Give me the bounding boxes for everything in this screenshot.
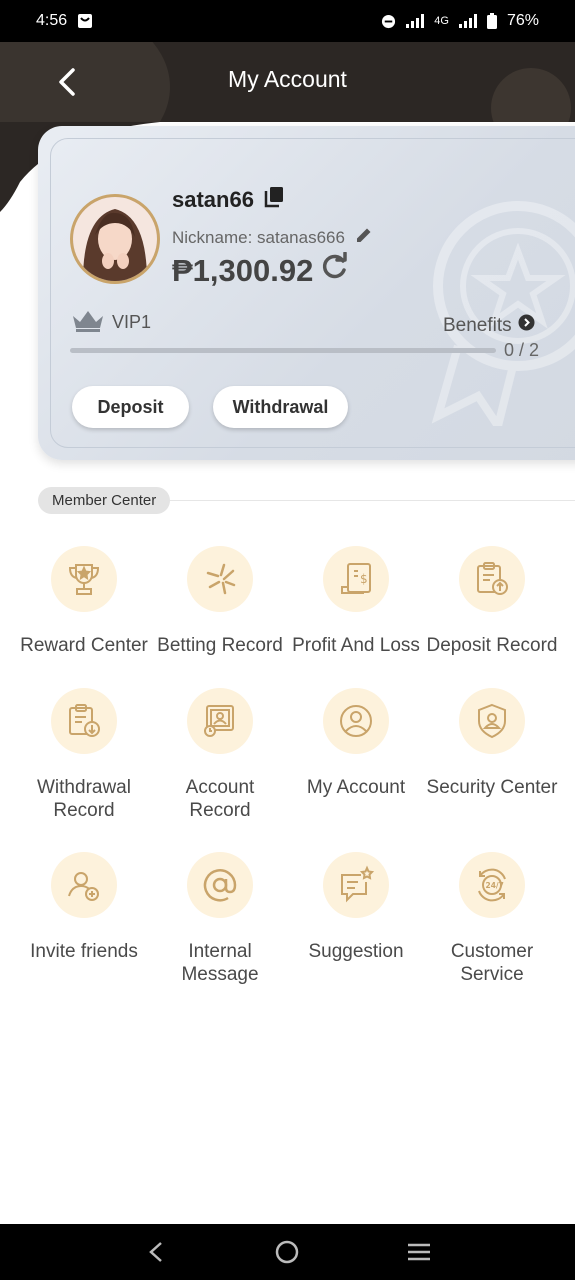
deposit-record-item[interactable]: Deposit Record	[422, 546, 562, 657]
account-record-icon	[204, 705, 234, 737]
icon-circle	[51, 852, 117, 918]
clipboard-download-icon	[69, 704, 100, 737]
benefits-label: Benefits	[443, 314, 512, 336]
username-row: satan66	[172, 186, 284, 213]
internal-message-item[interactable]: Internal Message	[150, 852, 290, 986]
my-account-label: My Account	[306, 777, 406, 798]
icon-circle	[51, 546, 117, 612]
stars-icon	[206, 563, 236, 595]
system-navigation-bar	[0, 1224, 575, 1280]
benefits-link[interactable]: Benefits	[443, 314, 535, 337]
reward-center-item[interactable]: Reward Center	[14, 546, 154, 657]
signal-icon	[406, 14, 425, 28]
deposit-button[interactable]: Deposit	[72, 386, 189, 428]
customer-service-label: Customer Service	[450, 941, 534, 985]
edit-icon[interactable]	[355, 226, 373, 249]
vip-progress-text: 0 / 2	[504, 340, 540, 360]
balance-row: ₱1,300.92	[172, 251, 349, 290]
status-bar: 4:56 4G 76%	[0, 0, 575, 42]
balance-amount: ₱1,300.92	[172, 253, 314, 288]
vip-row: VIP1	[70, 308, 151, 337]
security-center-label: Security Center	[426, 777, 558, 798]
user-icon	[340, 705, 372, 737]
system-recents-button[interactable]	[399, 1232, 439, 1272]
invite-friends-item[interactable]: Invite friends	[14, 852, 154, 963]
page-title: My Account	[228, 66, 347, 92]
icon-circle: 24/7	[459, 852, 525, 918]
member-center-title: Member Center	[38, 487, 171, 514]
icon-circle	[459, 688, 525, 754]
avatar[interactable]	[70, 194, 160, 284]
svg-text:$: $	[360, 572, 368, 586]
battery-percent: 76%	[506, 12, 539, 29]
account-record-label: Account Record	[185, 777, 255, 821]
invite-friends-label: Invite friends	[30, 941, 138, 962]
badge-watermark-icon	[431, 201, 575, 426]
add-user-icon	[68, 872, 99, 901]
system-back-button[interactable]	[136, 1232, 176, 1272]
withdrawal-record-label: Withdrawal Record	[37, 777, 131, 821]
battery-icon	[486, 13, 497, 29]
icon-circle	[323, 688, 389, 754]
home-circle-icon	[276, 1240, 299, 1264]
account-record-item[interactable]: Account Record	[150, 688, 290, 822]
trophy-icon	[68, 564, 100, 595]
vip-level: VIP1	[112, 312, 152, 332]
shield-user-icon	[478, 703, 506, 739]
crown-icon	[70, 308, 106, 337]
network-type: 4G	[434, 15, 449, 27]
menu-lines-icon	[408, 1243, 431, 1261]
status-time: 4:56	[36, 12, 68, 29]
customer-service-item[interactable]: 24/7 Customer Service	[422, 852, 562, 986]
do-not-disturb-icon	[381, 14, 396, 29]
suggestion-item[interactable]: Suggestion	[286, 852, 426, 963]
my-account-item[interactable]: My Account	[286, 688, 426, 799]
icon-circle	[187, 852, 253, 918]
notification-icon	[77, 13, 93, 29]
internal-message-label: Internal Message	[181, 941, 259, 985]
icon-circle	[187, 546, 253, 612]
signal-icon-2	[458, 14, 477, 28]
message-star-icon	[341, 865, 375, 903]
profit-and-loss-item[interactable]: $ Profit And Loss	[286, 546, 426, 657]
section-divider	[170, 500, 575, 501]
icon-circle	[323, 852, 389, 918]
username: satan66	[172, 186, 254, 212]
suggestion-label: Suggestion	[308, 941, 404, 962]
at-icon	[203, 869, 237, 902]
withdrawal-record-item[interactable]: Withdrawal Record	[14, 688, 154, 822]
icon-circle	[51, 688, 117, 754]
betting-record-item[interactable]: Betting Record	[150, 546, 290, 657]
chevron-right-circle-icon	[518, 314, 535, 337]
copy-icon[interactable]	[264, 186, 284, 213]
header: My Account	[0, 42, 575, 122]
icon-circle: $	[323, 546, 389, 612]
account-card: satan66 Nickname: satanas666 ₱1,300.92 V…	[38, 126, 575, 460]
avatar-image	[73, 197, 157, 281]
chevron-left-icon	[148, 1242, 162, 1262]
icon-circle	[187, 688, 253, 754]
profit-and-loss-label: Profit And Loss	[292, 635, 420, 656]
nickname-row: Nickname: satanas666	[172, 226, 373, 249]
system-home-button[interactable]	[267, 1232, 307, 1272]
deposit-record-label: Deposit Record	[426, 635, 558, 656]
refresh-icon[interactable]	[319, 251, 349, 290]
betting-record-label: Betting Record	[157, 635, 283, 656]
reward-center-label: Reward Center	[20, 635, 148, 656]
security-center-item[interactable]: Security Center	[422, 688, 562, 799]
clipboard-upload-icon	[477, 562, 508, 595]
nickname: Nickname: satanas666	[172, 227, 345, 247]
vip-progress-bar	[70, 348, 496, 353]
bill-icon: $	[341, 563, 371, 594]
24-7-icon: 24/7	[478, 868, 506, 902]
svg-text:24/7: 24/7	[486, 881, 504, 890]
icon-circle	[459, 546, 525, 612]
withdrawal-button[interactable]: Withdrawal	[213, 386, 348, 428]
